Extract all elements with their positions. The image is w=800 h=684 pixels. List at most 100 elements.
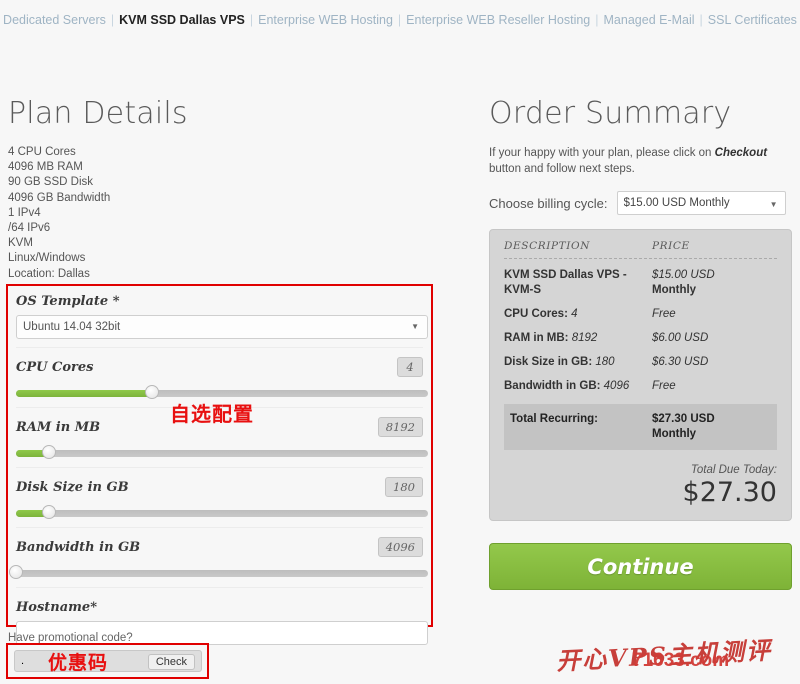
watermark-url: 71633.com <box>632 650 730 671</box>
nav-separator: | <box>595 13 599 27</box>
os-template-required-mark: * <box>108 294 120 309</box>
total-due-today-amount: $27.30 <box>682 477 777 508</box>
field-bandwidth-in-gb: Bandwidth in GB 4096 <box>9 528 428 588</box>
ram-in-mb-slider[interactable] <box>16 445 428 459</box>
order-summary-column: Order Summary If your happy with your pl… <box>489 96 792 590</box>
cpu-cores-slider[interactable] <box>16 385 428 399</box>
continue-button[interactable]: Continue <box>489 543 792 590</box>
disk-size-in-gb-label: Disk Size in GB <box>16 480 129 495</box>
ram-in-mb-label: RAM in MB <box>16 420 101 435</box>
plan-spec-item: 4096 MB RAM <box>8 161 83 174</box>
summary-table-header: DESCRIPTION PRICE <box>504 240 777 259</box>
row-price: $6.00 USD <box>652 332 709 344</box>
watermark: 开心VPS主机测评 71633.com <box>555 635 796 678</box>
plan-spec-item: Linux/Windows <box>8 252 86 265</box>
slider-handle[interactable] <box>41 445 56 459</box>
promo-annotation-cn: 优惠码 <box>48 652 109 674</box>
plan-spec-item: Location: Dallas <box>8 267 90 280</box>
table-row: RAM in MB: 8192 $6.00 USD <box>504 322 777 346</box>
slider-track <box>16 570 428 577</box>
nav-item-dedicated-servers[interactable]: Dedicated Servers <box>3 13 106 27</box>
check-promo-button[interactable]: Check <box>147 654 195 670</box>
disk-size-in-gb-value: 180 <box>385 477 423 497</box>
total-due-today-block: Total Due Today: $27.30 <box>504 464 777 508</box>
slider-track <box>16 450 428 457</box>
ram-in-mb-value: 8192 <box>377 417 423 437</box>
billing-cycle-select[interactable]: $15.00 USD Monthly <box>616 191 786 215</box>
table-row: CPU Cores: 4 Free <box>504 298 777 322</box>
billing-cycle-row: Choose billing cycle: $15.00 USD Monthly… <box>489 191 792 215</box>
plan-spec-item: 4096 GB Bandwidth <box>8 191 111 204</box>
row-price: Free <box>652 380 676 392</box>
nav-item-enterprise-web-reseller-hosting[interactable]: Enterprise WEB Reseller Hosting <box>406 13 590 27</box>
bandwidth-in-gb-slider[interactable] <box>9 565 428 579</box>
config-annotation-cn: 自选配置 <box>170 402 254 426</box>
order-summary-card: DESCRIPTION PRICE KVM SSD Dallas VPS - K… <box>489 229 792 521</box>
slider-handle[interactable] <box>41 505 56 519</box>
intro-text-post: button and follow next steps. <box>489 163 635 175</box>
nav-separator: | <box>249 13 254 27</box>
row-description-value: 8192 <box>571 332 598 344</box>
bandwidth-in-gb-label: Bandwidth in GB <box>16 540 141 555</box>
nav-separator: | <box>699 13 703 27</box>
os-template-label: OS Template <box>16 294 109 309</box>
row-price: $6.30 USD <box>652 356 709 368</box>
os-template-select[interactable]: Ubuntu 14.04 32bit <box>16 315 428 339</box>
field-disk-size-in-gb: Disk Size in GB 180 <box>16 468 428 528</box>
configuration-panel: OS Template * Ubuntu 14.04 32bit ▼ CPU C… <box>6 284 433 645</box>
nav-item-ssl-certificates[interactable]: SSL Certificates <box>708 13 797 27</box>
table-row: Disk Size in GB: 180 $6.30 USD <box>504 346 777 370</box>
column-header-price: PRICE <box>652 240 690 252</box>
row-description: Bandwidth in GB: <box>504 380 604 392</box>
row-price: $15.00 USD <box>652 269 715 281</box>
table-row: KVM SSD Dallas VPS - KVM-S $15.00 USD Mon… <box>504 259 777 298</box>
total-recurring-row: Total Recurring: $27.30 USD Monthly <box>504 404 777 450</box>
plan-spec-item: 90 GB SSD Disk <box>8 176 93 189</box>
billing-cycle-label: Choose billing cycle: <box>489 195 608 211</box>
row-description: RAM in MB: <box>504 332 572 344</box>
plan-spec-item: KVM <box>8 237 33 250</box>
intro-text-pre: If your happy with your plan, please cli… <box>489 147 715 159</box>
intro-checkout-emphasis: Checkout <box>714 147 768 159</box>
slider-handle[interactable] <box>9 565 23 579</box>
order-summary-title: Order Summary <box>489 96 732 131</box>
page-root: Dedicated Servers | KVM SSD Dallas VPS | Ent… <box>0 0 800 684</box>
plan-spec-item: /64 IPv6 <box>8 222 51 235</box>
plan-spec-item: 1 IPv4 <box>8 206 41 219</box>
watermark-text-cn: 开心VPS主机测评 <box>555 635 773 676</box>
row-description: CPU Cores: <box>504 308 572 320</box>
slider-handle[interactable] <box>144 385 159 399</box>
nav-separator: | <box>397 13 402 27</box>
top-navigation: Dedicated Servers | KVM SSD Dallas VPS | Ent… <box>0 0 800 36</box>
plan-specs-list: 4 CPU Cores 4096 MB RAM 90 GB SSD Disk 4… <box>8 145 438 282</box>
page-title: Plan Details <box>8 96 188 131</box>
row-price: Free <box>652 308 676 320</box>
nav-item-managed-email[interactable]: Managed E-Mail <box>604 13 695 27</box>
total-recurring-price: $27.30 USD <box>652 413 715 425</box>
total-recurring-label: Total Recurring: <box>510 413 598 425</box>
row-description-value: 180 <box>595 356 615 368</box>
nav-item-kvm-ssd-dallas-vps[interactable]: KVM SSD Dallas VPS <box>119 13 245 27</box>
row-description: Disk Size in GB: <box>504 356 596 368</box>
row-description-value: 4 <box>571 308 578 320</box>
total-recurring-price-sub: Monthly <box>652 428 697 440</box>
cpu-cores-label: CPU Cores <box>16 360 94 375</box>
slider-track <box>16 510 428 517</box>
hostname-label: Hostname <box>16 600 91 615</box>
row-description-value: 4096 <box>603 380 630 392</box>
nav-separator: | <box>110 13 115 27</box>
total-due-today-label: Total Due Today: <box>690 464 777 476</box>
row-description: KVM SSD Dallas VPS - KVM-S <box>504 269 627 296</box>
field-os-template: OS Template * Ubuntu 14.04 32bit ▼ <box>16 292 428 348</box>
column-header-description: DESCRIPTION <box>504 240 590 252</box>
disk-size-in-gb-slider[interactable] <box>16 505 428 519</box>
plan-spec-item: 4 CPU Cores <box>8 146 76 158</box>
plan-details-column: Plan Details 4 CPU Cores 4096 MB RAM 90 … <box>8 96 438 282</box>
hostname-required-mark: * <box>90 600 97 615</box>
table-row: Bandwidth in GB: 4096 Free <box>504 370 777 394</box>
nav-item-enterprise-web-hosting[interactable]: Enterprise WEB Hosting <box>258 13 393 27</box>
bandwidth-in-gb-value: 4096 <box>377 537 423 557</box>
row-price-sub: Monthly <box>652 284 697 296</box>
slider-fill <box>16 390 152 397</box>
order-summary-intro: If your happy with your plan, please cli… <box>489 145 792 177</box>
